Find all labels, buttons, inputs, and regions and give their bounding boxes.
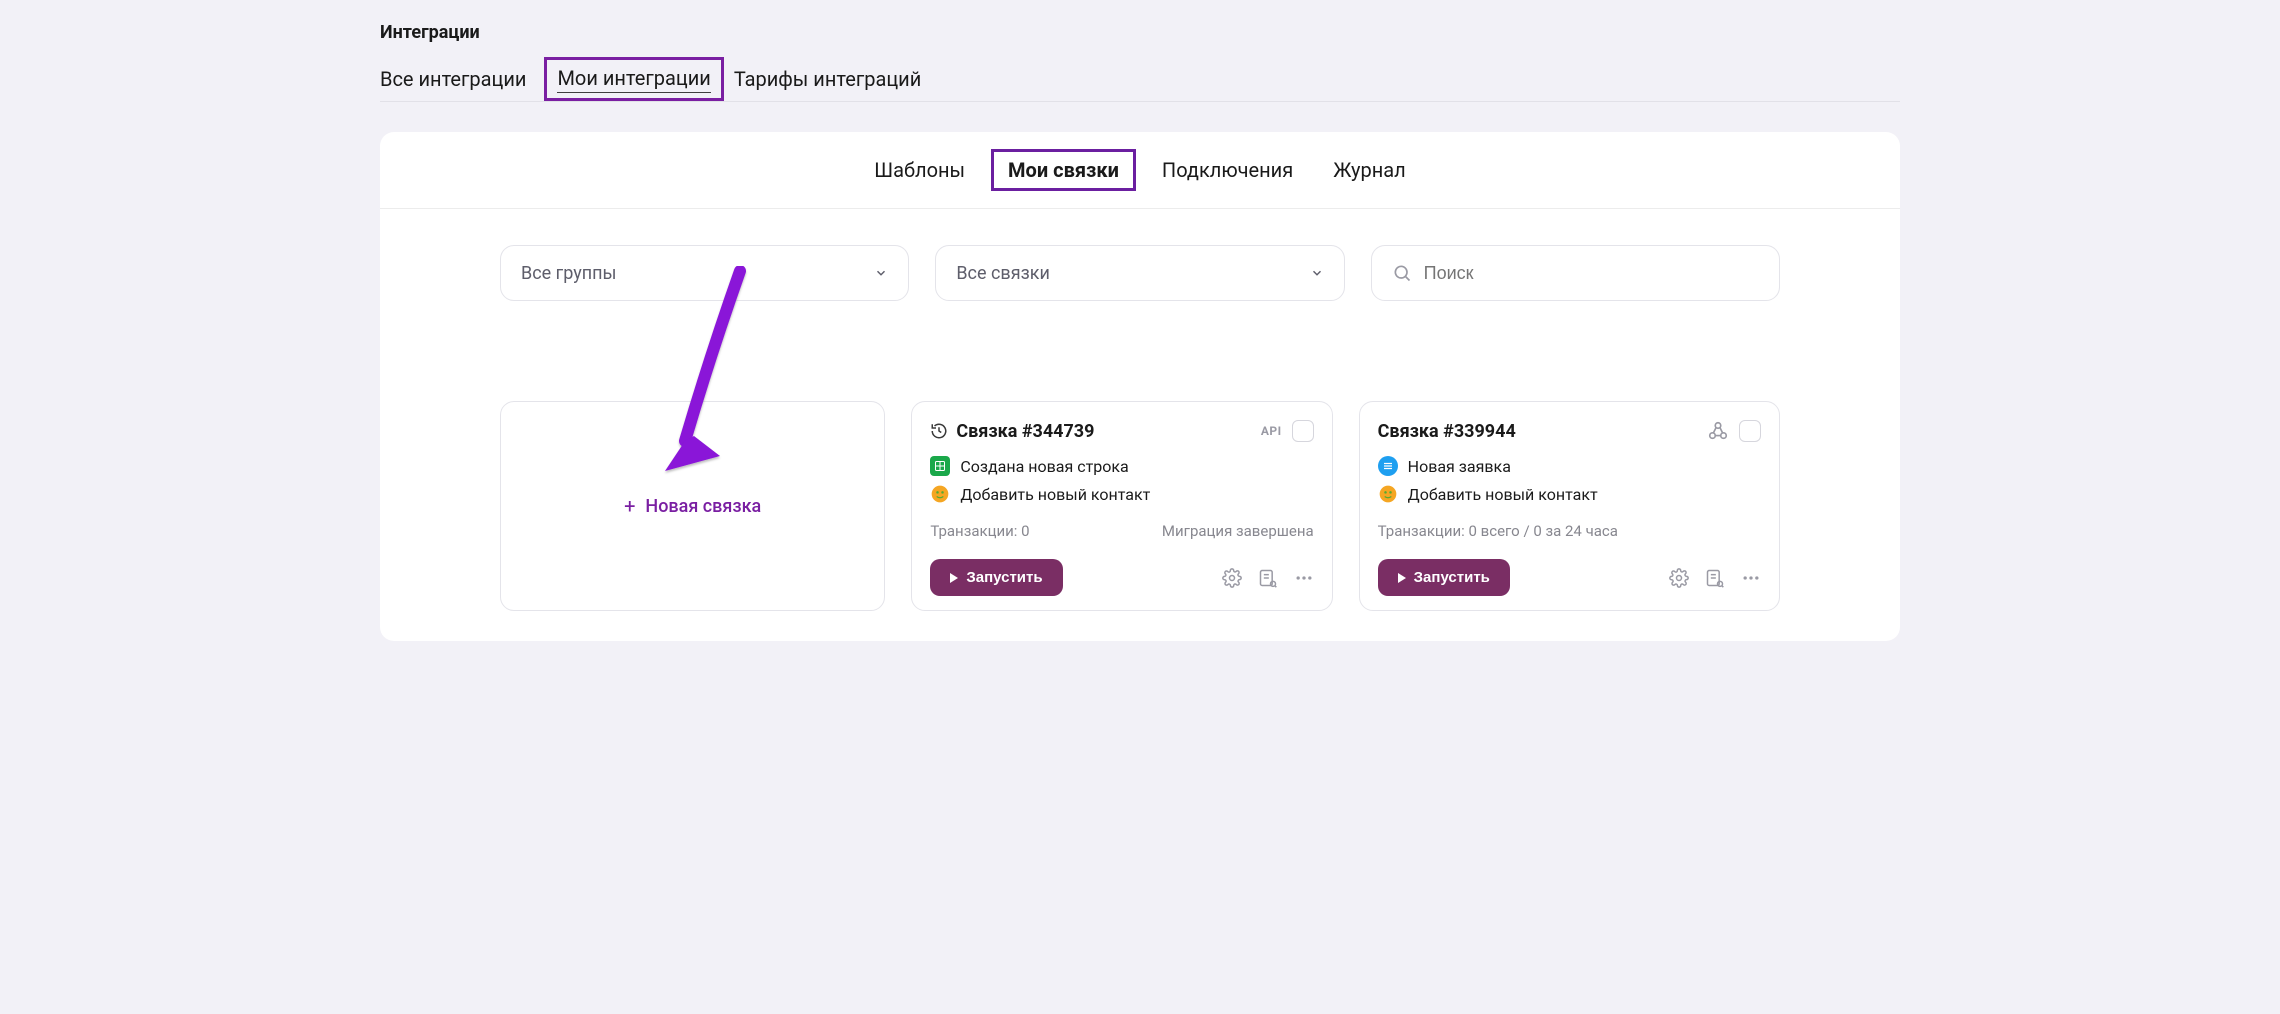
card-action-line: Добавить новый контакт [1378, 484, 1761, 504]
groups-select-label: Все группы [521, 263, 616, 284]
chevron-down-icon [1310, 266, 1324, 280]
new-link-label: Новая связка [645, 496, 761, 517]
history-icon [930, 422, 948, 440]
card-stats-left: Транзакции: 0 [930, 522, 1029, 540]
cards-row: + Новая связка Связка #344739 API [380, 401, 1900, 611]
card-stats-left: Транзакции: 0 всего / 0 за 24 часа [1378, 522, 1618, 540]
search-input[interactable] [1424, 263, 1759, 284]
inner-tabs: Шаблоны Мои связки Подключения Журнал [380, 132, 1900, 209]
card-action-text: Добавить новый контакт [960, 485, 1150, 504]
search-box[interactable] [1371, 245, 1780, 301]
contact-icon [1378, 484, 1398, 504]
tab-templates[interactable]: Шаблоны [874, 158, 965, 182]
run-button[interactable]: Запустить [930, 559, 1062, 596]
card-trigger-text: Новая заявка [1408, 457, 1511, 476]
tab-journal[interactable]: Журнал [1333, 158, 1406, 182]
plus-icon: + [624, 494, 635, 518]
select-checkbox[interactable] [1292, 420, 1314, 442]
card-trigger-line: Создана новая строка [930, 456, 1313, 476]
link-card: Связка #344739 API Создана новая строка [911, 401, 1332, 611]
chevron-down-icon [874, 266, 888, 280]
webhook-icon [1707, 420, 1729, 442]
card-stats-right: Миграция завершена [1162, 522, 1314, 540]
sheets-icon [930, 456, 950, 476]
list-icon[interactable] [1705, 568, 1725, 588]
request-icon [1378, 456, 1398, 476]
more-icon[interactable] [1294, 568, 1314, 588]
run-button-label: Запустить [1414, 569, 1490, 586]
gear-icon[interactable] [1669, 568, 1689, 588]
api-badge: API [1261, 424, 1282, 438]
card-trigger-line: Новая заявка [1378, 456, 1761, 476]
tab-integration-tariffs[interactable]: Тарифы интеграций [734, 57, 929, 101]
card-trigger-text: Создана новая строка [960, 457, 1128, 476]
run-button-label: Запустить [966, 569, 1042, 586]
tab-all-integrations[interactable]: Все интеграции [380, 57, 534, 101]
link-card: Связка #339944 Новая заявка [1359, 401, 1780, 611]
top-tabs: Все интеграции Мои интеграции Тарифы инт… [380, 57, 1900, 102]
play-icon [1398, 573, 1406, 583]
search-icon [1392, 263, 1412, 283]
more-icon[interactable] [1741, 568, 1761, 588]
filters-row: Все группы Все связки [380, 209, 1900, 301]
card-title: Связка #344739 [956, 421, 1094, 442]
list-icon[interactable] [1258, 568, 1278, 588]
tab-my-links[interactable]: Мои связки [991, 149, 1136, 191]
card-title: Связка #339944 [1378, 421, 1516, 442]
tab-my-integrations[interactable]: Мои интеграции [544, 57, 723, 101]
new-link-card[interactable]: + Новая связка [500, 401, 885, 611]
run-button[interactable]: Запустить [1378, 559, 1510, 596]
main-panel: Шаблоны Мои связки Подключения Журнал Вс… [380, 132, 1900, 641]
gear-icon[interactable] [1222, 568, 1242, 588]
links-select-label: Все связки [956, 263, 1050, 284]
links-select[interactable]: Все связки [935, 245, 1344, 301]
contact-icon [930, 484, 950, 504]
card-action-line: Добавить новый контакт [930, 484, 1313, 504]
tab-connections[interactable]: Подключения [1162, 158, 1293, 182]
card-action-text: Добавить новый контакт [1408, 485, 1598, 504]
page-title: Интеграции [380, 0, 1900, 57]
tab-my-integrations-label: Мои интеграции [557, 66, 710, 93]
select-checkbox[interactable] [1739, 420, 1761, 442]
play-icon [950, 573, 958, 583]
groups-select[interactable]: Все группы [500, 245, 909, 301]
